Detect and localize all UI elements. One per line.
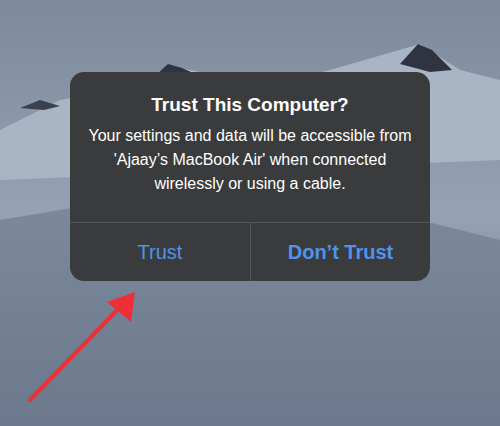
button-label[interactable]: Don’t Trust <box>288 239 394 265</box>
alert-button[interactable]: Don’t Trust <box>250 223 430 281</box>
alert-title: Trust This Computer? <box>151 92 348 118</box>
button-label[interactable]: Trust <box>138 239 183 265</box>
alert-buttons: Trust Don’t Trust <box>70 222 430 281</box>
trust-alert: Trust This Computer? Your settings and da… <box>70 72 430 281</box>
red-arrow-icon <box>0 0 500 426</box>
lock-screen: Trust This Computer? Your settings and da… <box>0 0 500 426</box>
alert-message: Your settings and data will be accessibl… <box>88 124 412 196</box>
alert-button[interactable]: Trust <box>70 223 250 281</box>
alert-body: Trust This Computer? Your settings and da… <box>70 72 430 222</box>
